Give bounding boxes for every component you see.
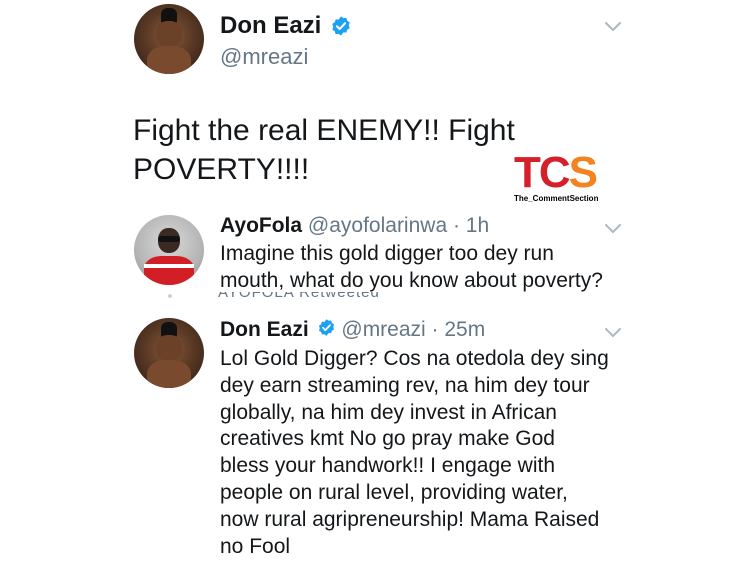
quote-text-line: dey earn streaming rev, na him dey tour (220, 373, 590, 397)
tcs-logo-s: S (568, 148, 598, 197)
avatar-sunglasses (157, 236, 181, 242)
quote-text-line: Lol Gold Digger? Cos na otedola dey sing (220, 347, 609, 370)
quote-tweet-header[interactable]: Don Eazi @mreazi · 25m (220, 318, 485, 343)
tweet-text-line-1: Fight the real ENEMY!! Fight (133, 114, 515, 147)
main-tweet-author[interactable]: Don Eazi (220, 12, 352, 42)
tcs-logo-t: T (514, 148, 541, 197)
quote-text-line: people on rural level, providing water, (220, 480, 568, 504)
tcs-caption: The_CommentSection (514, 194, 599, 203)
tcs-logo-c: C (538, 148, 571, 197)
reply-tweet-header[interactable]: AyoFola @ayofolarinwa · 1h (220, 214, 489, 238)
avatar-shirt-stripe (143, 264, 195, 268)
avatar[interactable] (134, 215, 204, 285)
avatar[interactable] (134, 318, 204, 388)
quote-text-line: no Fool (220, 534, 291, 558)
handle-time[interactable]: @ayofolarinwa · 1h (308, 214, 489, 237)
verified-badge-icon (317, 318, 336, 343)
chevron-down-icon[interactable] (604, 222, 622, 240)
retweet-bar: AYOFOLA Retweeted (218, 292, 478, 300)
handle-time[interactable]: @mreazi · 25m (341, 318, 485, 341)
reply-text-line-2: mouth, what do you know about poverty? (220, 269, 603, 292)
display-name[interactable]: AyoFola (220, 214, 302, 237)
chevron-down-icon[interactable] (604, 20, 622, 38)
avatar-face (156, 334, 182, 362)
retweet-bar-text: AYOFOLA Retweeted (218, 292, 380, 300)
handle[interactable]: @mreazi (220, 44, 308, 70)
tweet-text-line-2: POVERTY!!!! (133, 153, 310, 186)
chevron-down-icon[interactable] (604, 326, 622, 344)
thread-dot (168, 294, 172, 298)
avatar[interactable] (134, 4, 204, 74)
verified-badge-icon (330, 15, 352, 42)
avatar-body (146, 46, 192, 74)
quote-text-line: globally, na him dey invest in African (220, 400, 557, 424)
quote-text-line: creatives kmt No go pray make God (220, 427, 555, 451)
quote-text-line: bless your handwork!! I engage with (220, 454, 556, 478)
quote-text-line: now rural agripreneurship! Mama Raised (220, 507, 600, 531)
avatar-shirt (143, 255, 195, 285)
display-name[interactable]: Don Eazi (220, 318, 309, 341)
tcs-logo: TCS (514, 148, 598, 197)
display-name[interactable]: Don Eazi (220, 12, 321, 39)
avatar-body (146, 360, 192, 388)
quote-text: Lol Gold Digger? Cos na otedola dey sing… (220, 346, 609, 560)
avatar-face (156, 20, 182, 48)
reply-text-line-1: Imagine this gold digger too dey run (220, 242, 554, 265)
